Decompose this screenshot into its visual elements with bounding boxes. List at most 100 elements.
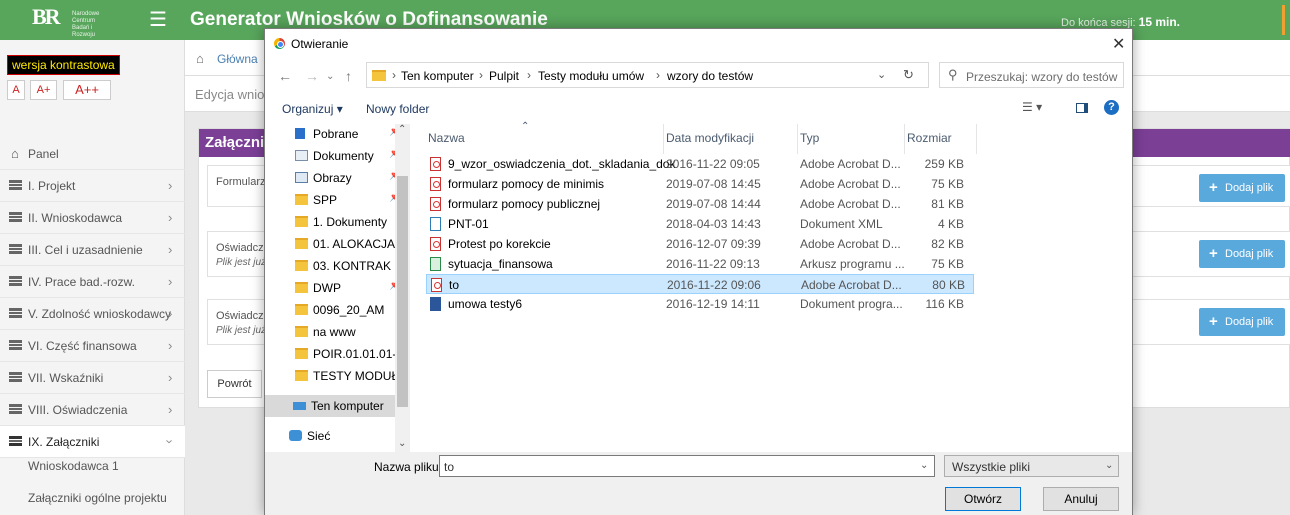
file-type-select[interactable]: Wszystkie pliki ⌄	[944, 455, 1119, 477]
path-segment[interactable]: Testy modułu umów	[538, 69, 644, 83]
sidebar-subitem-label: Załączniki ogólne projektu	[28, 491, 167, 505]
column-divider[interactable]	[904, 124, 905, 154]
add-file-button[interactable]: + Dodaj plik	[1199, 308, 1285, 336]
tree-item-ten-komputer[interactable]: Ten komputer	[291, 396, 401, 418]
file-date: 2019-07-08 14:45	[666, 177, 761, 191]
list-icon	[9, 212, 22, 222]
column-header-size[interactable]: Rozmiar	[907, 131, 952, 145]
open-button[interactable]: Otwórz	[945, 487, 1021, 511]
sidebar-item-panel[interactable]: ⌂ Panel	[0, 138, 185, 170]
column-header-date[interactable]: Data modyfikacji	[666, 131, 754, 145]
font-size-large-button[interactable]: A+	[30, 80, 57, 100]
path-segment[interactable]: Ten komputer	[401, 69, 474, 83]
filename-input[interactable]: to ⌄	[439, 455, 935, 477]
column-divider[interactable]	[797, 124, 798, 154]
network-icon	[289, 430, 302, 441]
home-icon[interactable]: ⌂	[196, 51, 204, 66]
tree-scrollbar[interactable]: ⌃ ⌄	[395, 124, 410, 452]
cancel-button[interactable]: Anuluj	[1043, 487, 1119, 511]
sidebar-subitem-zalaczniki-ogolne[interactable]: Załączniki ogólne projektu	[0, 484, 185, 512]
tree-item-pobrane[interactable]: Pobrane📌	[293, 124, 403, 146]
file-name: sytuacja_finansowa	[448, 257, 553, 271]
new-folder-button[interactable]: Nowy folder	[366, 102, 429, 116]
font-size-xlarge-button[interactable]: A++	[63, 80, 111, 100]
chevron-right-icon: ›	[527, 68, 531, 82]
breadcrumb-home-link[interactable]: Główna	[217, 52, 258, 66]
tree-item-dokumenty[interactable]: Dokumenty📌	[293, 146, 403, 168]
file-list: Nazwa ⌃ Data modyfikacji Typ Rozmiar 9_w…	[411, 121, 1131, 452]
tree-item-0096[interactable]: 0096_20_AM	[293, 300, 403, 322]
folder-icon	[295, 348, 308, 359]
path-breadcrumb[interactable]: › Ten komputer › Pulpit › Testy modułu u…	[366, 62, 929, 88]
sidebar-item-label: III. Cel i uzasadnienie	[28, 243, 143, 257]
preview-pane-icon[interactable]	[1076, 103, 1088, 113]
file-row[interactable]: formularz pomocy publicznej 2019-07-08 1…	[426, 194, 974, 214]
sidebar-item-wnioskodawca[interactable]: II. Wnioskodawca ›	[0, 202, 185, 234]
tree-item-kontrak[interactable]: 03. KONTRAK	[293, 256, 403, 278]
sidebar-item-prace[interactable]: IV. Prace bad.-rozw. ›	[0, 266, 185, 298]
tree-item-1-dokumenty[interactable]: 1. Dokumenty	[293, 212, 403, 234]
list-icon	[9, 244, 22, 254]
file-row[interactable]: Protest po korekcie 2016-12-07 09:39 Ado…	[426, 234, 974, 254]
tree-item-siec[interactable]: Sieć	[287, 426, 397, 448]
chevron-down-icon: ›	[162, 439, 178, 444]
file-row[interactable]: formularz pomocy de minimis 2019-07-08 1…	[426, 174, 974, 194]
sidebar-item-label: Panel	[28, 147, 59, 161]
add-file-button[interactable]: + Dodaj plik	[1199, 174, 1285, 202]
column-divider[interactable]	[663, 124, 664, 154]
chevron-down-icon[interactable]: ⌄	[920, 460, 928, 471]
font-size-normal-button[interactable]: A	[7, 80, 25, 100]
column-divider[interactable]	[976, 124, 977, 154]
sidebar-item-wskazniki[interactable]: VII. Wskaźniki ›	[0, 362, 185, 394]
back-arrow-icon[interactable]: ←	[278, 68, 292, 84]
view-options-icon[interactable]: ☰ ▾	[1022, 100, 1042, 114]
add-file-button[interactable]: + Dodaj plik	[1199, 240, 1285, 268]
up-arrow-icon[interactable]: ↑	[345, 68, 352, 84]
back-button[interactable]: Powrót	[207, 370, 262, 398]
sidebar-subitem-label: Wnioskodawca 1	[28, 459, 119, 473]
refresh-icon[interactable]: ↻	[903, 67, 914, 83]
scroll-up-icon[interactable]: ⌃	[398, 124, 406, 135]
file-row[interactable]: PNT-01 2018-04-03 14:43 Dokument XML 4 K…	[426, 214, 974, 234]
forward-arrow-icon[interactable]: →	[305, 68, 319, 84]
tree-item-poir[interactable]: POIR.01.01.01-00	[293, 344, 403, 366]
path-dropdown-icon[interactable]: ⌄	[877, 68, 886, 81]
contrast-toggle-button[interactable]: wersja kontrastowa	[7, 55, 120, 75]
organize-menu[interactable]: Organizuj ▾	[282, 102, 343, 116]
close-icon[interactable]: ✕	[1112, 34, 1125, 54]
attachment-status: Plik jest już	[216, 325, 267, 336]
file-row[interactable]: umowa testy6 2016-12-19 14:11 Dokument p…	[426, 294, 974, 314]
sidebar-item-label: VI. Część finansowa	[28, 339, 137, 353]
menu-toggle-icon[interactable]: ☰	[149, 10, 167, 30]
tree-item-alokacja[interactable]: 01. ALOKACJA	[293, 234, 403, 256]
tree-item-testy-modulu[interactable]: TESTY MODUŁU	[293, 366, 403, 388]
scroll-down-icon[interactable]: ⌄	[398, 438, 406, 449]
list-icon	[9, 404, 22, 414]
column-header-type[interactable]: Typ	[800, 131, 819, 145]
scrollbar-thumb[interactable]	[397, 176, 408, 407]
help-icon[interactable]: ?	[1104, 100, 1119, 115]
tree-item-spp[interactable]: SPP📌	[293, 190, 403, 212]
tree-item-dwp[interactable]: DWP📌	[293, 278, 403, 300]
recent-dropdown-icon[interactable]: ⌄	[326, 71, 334, 82]
file-row-selected[interactable]: to 2016-11-22 09:06 Adobe Acrobat D... 8…	[426, 274, 974, 294]
file-type-value: Wszystkie pliki	[952, 460, 1031, 474]
ncbr-logo[interactable]: BR Narodowe Centrum Badań i Rozwoju	[14, 4, 114, 38]
column-header-name[interactable]: Nazwa	[428, 131, 465, 145]
search-placeholder: Przeszukaj: wzory do testów	[966, 70, 1118, 84]
path-segment[interactable]: wzory do testów	[667, 69, 753, 83]
search-input[interactable]: ⚲ Przeszukaj: wzory do testów	[939, 62, 1124, 88]
file-type: Dokument XML	[800, 217, 883, 231]
sidebar-item-cel[interactable]: III. Cel i uzasadnienie ›	[0, 234, 185, 266]
sidebar-item-oswiadczenia[interactable]: VIII. Oświadczenia ›	[0, 394, 185, 426]
tree-item-na-www[interactable]: na www	[293, 322, 403, 344]
sidebar-subitem-wnioskodawca-1[interactable]: Wnioskodawca 1	[0, 452, 185, 480]
file-row[interactable]: 9_wzor_oswiadczenia_dot._skladania_dok..…	[426, 154, 974, 174]
sidebar-item-projekt[interactable]: I. Projekt ›	[0, 170, 185, 202]
file-row[interactable]: sytuacja_finansowa 2016-11-22 09:13 Arku…	[426, 254, 974, 274]
tree-item-obrazy[interactable]: Obrazy📌	[293, 168, 403, 190]
sidebar-item-finanse[interactable]: VI. Część finansowa ›	[0, 330, 185, 362]
pdf-file-icon	[430, 237, 441, 251]
sidebar-item-zdolnosc[interactable]: V. Zdolność wnioskodawcy ›	[0, 298, 185, 330]
path-segment[interactable]: Pulpit	[489, 69, 519, 83]
